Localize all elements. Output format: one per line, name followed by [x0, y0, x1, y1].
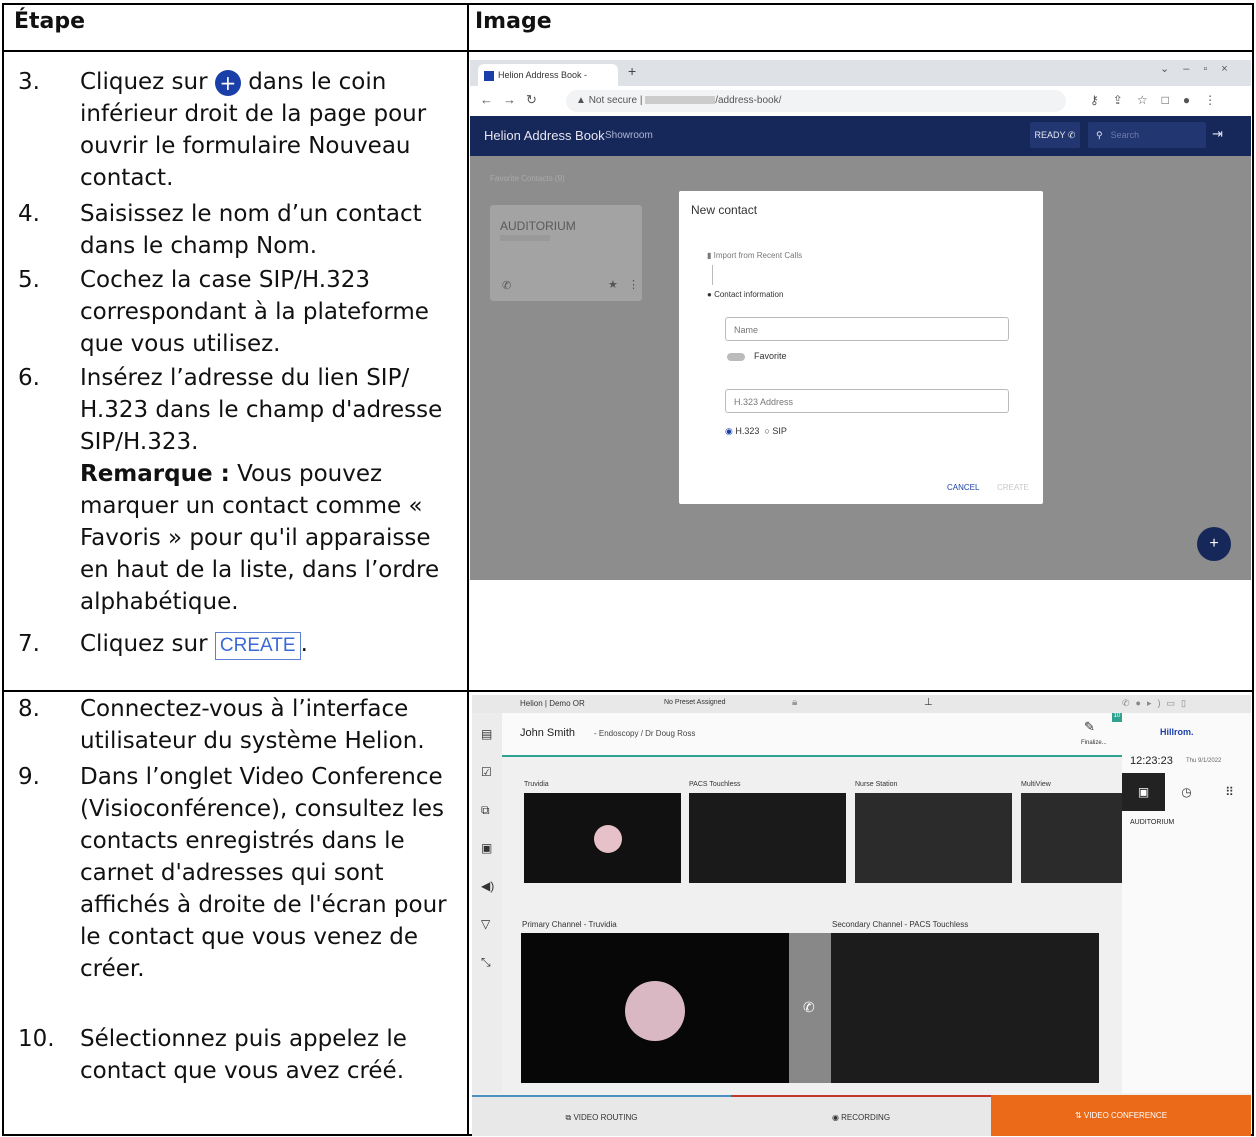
favorite-toggle[interactable] — [727, 353, 745, 361]
window-controls-icon[interactable]: ⌄–▫× — [1160, 62, 1242, 75]
step-5: 5. Cochez la case SIP/H.323 correspondan… — [18, 267, 429, 357]
address-book-tab[interactable]: ▣ — [1122, 773, 1165, 811]
tab-video-conference[interactable]: ⇅ VIDEO CONFERENCE — [991, 1095, 1251, 1136]
history-tab[interactable]: ◷ — [1165, 773, 1208, 811]
note-label: Remarque : — [80, 461, 230, 487]
book-icon: ▮ — [707, 251, 712, 260]
left-toolbar: ▤ ☑ ⧉ ▣ ◀) ▽ ⤡ — [472, 713, 502, 1093]
source-thumb-pacs[interactable] — [689, 793, 846, 883]
create-button[interactable]: CREATE — [997, 483, 1029, 492]
radio-h323[interactable]: ◉ — [725, 426, 733, 436]
light-icon[interactable]: ▽ — [481, 917, 490, 931]
call-divider: ✆ — [789, 933, 831, 1083]
row-divider — [4, 690, 1252, 692]
header-divider — [4, 50, 1252, 52]
contact-entry[interactable]: AUDITORIUM — [1130, 819, 1174, 826]
protocol-radios: ◉ H.323 ○ SIP — [725, 426, 787, 436]
endoscope-view — [594, 825, 622, 853]
add-contact-fab[interactable]: + — [1197, 527, 1231, 561]
screenshot-helion-ui: Helion | Demo OR No Preset Assigned 🔒︎ ⊥… — [472, 695, 1251, 1136]
search-icon: ⚲ — [1096, 130, 1103, 140]
patient-header: John Smith - Endoscopy / Dr Doug Ross ✎ … — [502, 713, 1122, 757]
ready-indicator[interactable]: READY ✆ — [1030, 122, 1080, 148]
hillrom-logo: Hillrom. — [1160, 727, 1194, 737]
address-bar-row: ←→↻ ▲ Not secure | /address-book/ ⚷⇪☆□●⋮ — [470, 86, 1251, 117]
step-10: 10. Sélectionnez puis appelez le contact… — [18, 1026, 407, 1084]
header-image: Image — [475, 9, 552, 34]
contact-card[interactable]: AUDITORIUM ✆ ★ ⋮ — [490, 205, 642, 301]
source-thumb-nurse[interactable] — [855, 793, 1012, 883]
step-9: 9. Dans l’onglet Video Conference (Visio… — [18, 764, 447, 982]
finalize-icon[interactable]: ✎ — [1084, 719, 1095, 735]
routing-icon[interactable]: ⧉ — [481, 803, 490, 818]
step-7: 7. Cliquez sur CREATE. — [4, 628, 466, 662]
audio-icon[interactable]: ◀) — [481, 879, 494, 893]
phone-icon[interactable]: ✆ — [803, 999, 815, 1016]
bottom-nav: ⧉ VIDEO ROUTING ◉ RECORDING ⇅ VIDEO CONF… — [472, 1095, 1251, 1136]
favicon-icon — [484, 70, 494, 81]
address-field[interactable]: H.323 Address — [725, 389, 1009, 413]
primary-channel[interactable] — [521, 933, 789, 1083]
status-bar: Helion | Demo OR No Preset Assigned 🔒︎ ⊥… — [472, 695, 1251, 714]
warning-icon: ▲ — [576, 95, 586, 106]
table-icon[interactable]: ⊥ — [924, 697, 933, 708]
phone-icon[interactable]: ✆ — [502, 279, 511, 292]
redacted-number — [500, 235, 550, 241]
info-icon: ● — [707, 290, 712, 299]
source-thumb-multiview[interactable] — [1021, 793, 1122, 883]
new-tab-icon[interactable]: + — [628, 63, 636, 79]
browser-tab-bar: Helion Address Book - Showro × + ⌄–▫× — [470, 60, 1251, 104]
browser-tools-icon[interactable]: ⚷⇪☆□●⋮ — [1090, 93, 1230, 107]
url-field[interactable]: ▲ Not secure | /address-book/ — [566, 90, 1066, 112]
redacted-host — [645, 96, 716, 105]
lock-icon[interactable]: 🔒︎ — [792, 697, 797, 708]
screenshot-new-contact: Helion Address Book - Showro × + ⌄–▫× ←→… — [470, 60, 1251, 580]
new-contact-dialog: New contact ▮ Import from Recent Calls ●… — [679, 191, 1043, 504]
import-step[interactable]: ▮ Import from Recent Calls — [707, 251, 802, 260]
routing-icon: ⧉ — [565, 1113, 572, 1122]
radio-sip[interactable]: ○ — [764, 426, 769, 436]
add-contact-icon: + — [214, 69, 241, 96]
secondary-channel[interactable] — [831, 933, 1099, 1083]
camera-icon[interactable]: ⤡ — [481, 955, 491, 970]
contact-info-step[interactable]: ● Contact information — [707, 290, 783, 299]
header-step: Étape — [14, 9, 86, 34]
endoscope-view — [625, 981, 685, 1041]
right-panel: Hillrom. 12:23:23 Thu 9/1/2022 ▣ ◷ ⠿ AUD… — [1122, 713, 1251, 1093]
step-8: 8. Connectez-vous à l’interface utilisat… — [18, 696, 425, 754]
nav-arrows-icon[interactable]: ←→↻ — [480, 92, 547, 108]
count-badge: 10 — [1112, 713, 1122, 722]
more-icon[interactable]: ⋮ — [628, 278, 639, 291]
step-3: 3. Cliquez sur + dans le coin inférieur … — [18, 69, 427, 191]
create-button-image: CREATE — [214, 632, 301, 660]
app-header: Helion Address Book Showroom READY ✆ ⚲ Se… — [470, 116, 1251, 156]
status-icons: ✆●▸)▭▯ — [1122, 698, 1192, 708]
source-thumb-truvidia[interactable] — [524, 793, 681, 883]
stepper-line — [712, 265, 713, 285]
browser-tab[interactable]: Helion Address Book - Showro × — [478, 64, 618, 104]
name-field[interactable]: Name — [725, 317, 1009, 341]
steps-group-1: 3. Cliquez sur + dans le coin inférieur … — [4, 66, 466, 662]
search-box[interactable]: ⚲ Search — [1088, 122, 1206, 148]
tab-recording[interactable]: ◉ RECORDING — [731, 1095, 991, 1136]
display-icon[interactable]: ▣ — [481, 841, 492, 855]
checklist-icon[interactable]: ☑ — [481, 765, 492, 779]
tab-video-routing[interactable]: ⧉ VIDEO ROUTING — [472, 1095, 731, 1136]
patient-icon[interactable]: ▤ — [481, 727, 492, 741]
logout-icon[interactable]: ⇥ — [1212, 126, 1223, 142]
keypad-tab[interactable]: ⠿ — [1208, 773, 1251, 811]
step-4: 4. Saisissez le nom d’un contact dans le… — [18, 201, 422, 259]
cancel-button[interactable]: CANCEL — [947, 483, 979, 492]
steps-group-2: 8. Connectez-vous à l’interface utilisat… — [4, 693, 466, 1089]
step-6: 6. Insérez l’adresse du lien SIP/ H.323 … — [18, 365, 443, 615]
record-icon: ◉ — [831, 1113, 839, 1122]
star-icon[interactable]: ★ — [608, 278, 618, 291]
column-divider — [467, 5, 469, 1134]
conference-icon: ⇅ — [1074, 1111, 1082, 1120]
